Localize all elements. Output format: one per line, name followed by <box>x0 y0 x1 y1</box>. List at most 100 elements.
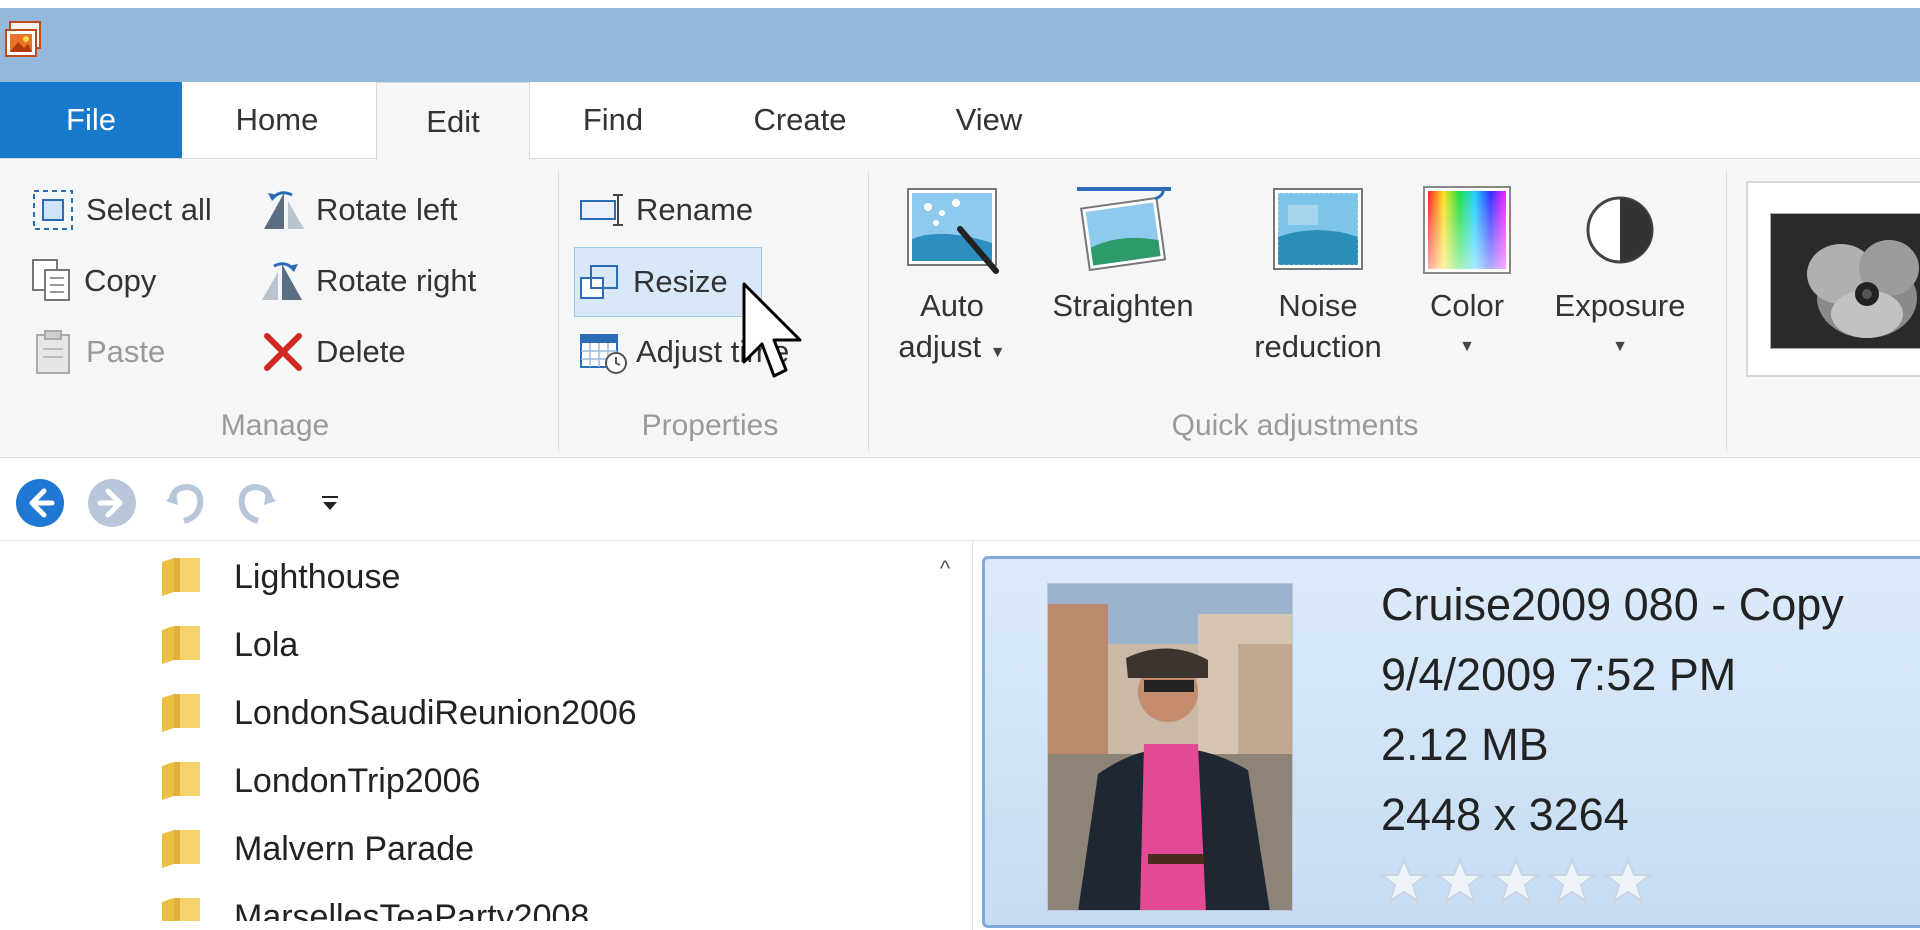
rotate-right-button[interactable]: Rotate right <box>258 252 476 310</box>
forward-arrow-icon <box>88 479 136 527</box>
tab-home[interactable]: Home <box>196 82 358 158</box>
folder-item[interactable]: MarsellesTeaParty2008 <box>160 887 589 921</box>
photo-dimensions: 2448 x 3264 <box>1381 789 1629 840</box>
folder-icon <box>162 762 200 800</box>
color-spectrum-icon <box>1423 186 1511 274</box>
straighten-button[interactable]: Straighten <box>1032 183 1214 326</box>
straighten-icon <box>1077 186 1171 272</box>
rotate-right-label: Rotate right <box>316 263 477 298</box>
photo-file-size: 2.12 MB <box>1381 719 1549 770</box>
noise-reduction-button[interactable]: Noise reduction <box>1246 183 1390 367</box>
folder-name: Malvern Parade <box>234 829 475 868</box>
exposure-button[interactable]: Exposure ▼ <box>1540 183 1700 367</box>
group-label-properties: Properties <box>641 409 779 442</box>
folder-tree: Lighthouse Lola LondonSaudiReunion2006 L… <box>0 541 920 921</box>
delete-label: Delete <box>316 334 406 369</box>
exposure-icon <box>1586 196 1654 264</box>
delete-button[interactable]: Delete <box>258 323 406 381</box>
paste-button[interactable]: Paste <box>28 323 165 381</box>
resize-button[interactable]: Resize <box>574 247 762 317</box>
dropdown-caret-icon: ▼ <box>1612 338 1628 355</box>
black-and-white-effect-thumbnail[interactable] <box>1770 213 1920 349</box>
redo-icon <box>238 483 276 524</box>
select-all-icon <box>28 187 78 233</box>
folder-item[interactable]: Malvern Parade <box>160 819 474 879</box>
rotate-left-icon <box>258 187 308 233</box>
tab-edit[interactable]: Edit <box>376 82 530 160</box>
photo-gallery-app-icon[interactable] <box>4 20 44 64</box>
auto-adjust-label-line1: Auto <box>920 288 984 323</box>
exposure-label: Exposure <box>1554 288 1686 323</box>
select-all-button[interactable]: Select all <box>28 181 212 239</box>
straighten-label: Straighten <box>1052 288 1194 323</box>
folder-item[interactable]: Lighthouse <box>160 547 400 607</box>
rename-button[interactable]: Rename <box>578 181 753 239</box>
undo-button[interactable] <box>160 477 212 529</box>
folder-name: Lighthouse <box>234 557 401 596</box>
auto-adjust-button[interactable]: Auto adjust ▼ <box>884 183 1020 373</box>
ribbon-panel: Select all Copy Paste Rotate left Rotate… <box>0 158 1920 458</box>
folder-item[interactable]: LondonSaudiReunion2006 <box>160 683 637 743</box>
customize-toolbar-button[interactable] <box>304 477 356 529</box>
paste-label: Paste <box>86 334 166 369</box>
tab-find[interactable]: Find <box>548 82 678 158</box>
star-icon[interactable] <box>1491 857 1541 905</box>
color-label: Color <box>1429 288 1505 323</box>
rename-label: Rename <box>636 192 754 227</box>
photo-thumbnail[interactable] <box>1047 583 1293 911</box>
star-icon[interactable] <box>1547 857 1597 905</box>
effects-gallery[interactable] <box>1746 181 1920 377</box>
folder-icon <box>162 830 200 868</box>
tab-create[interactable]: Create <box>726 82 874 158</box>
photo-filename: Cruise2009 080 - Copy <box>1381 579 1844 630</box>
copy-label: Copy <box>84 263 157 298</box>
customize-dropdown-icon <box>322 496 338 510</box>
group-separator <box>868 171 869 451</box>
folder-icon <box>162 558 200 596</box>
forward-button[interactable] <box>86 477 138 529</box>
star-icon[interactable] <box>1435 857 1485 905</box>
group-label-manage: Manage <box>220 409 330 442</box>
scroll-up-arrow-icon[interactable]: ^ <box>930 554 960 584</box>
tab-file[interactable]: File <box>0 82 182 158</box>
folder-icon <box>162 898 200 921</box>
tab-view[interactable]: View <box>924 82 1054 158</box>
rename-icon <box>578 187 628 233</box>
auto-adjust-label-line2: adjust <box>898 329 982 364</box>
rotate-left-button[interactable]: Rotate left <box>258 181 457 239</box>
folder-icon <box>162 694 200 732</box>
resize-icon <box>575 259 625 305</box>
folder-icon <box>162 626 200 664</box>
dropdown-caret-icon: ▼ <box>989 344 1006 361</box>
rotate-right-icon <box>258 258 308 304</box>
color-button[interactable]: Color ▼ <box>1412 183 1522 367</box>
auto-adjust-icon <box>907 188 999 274</box>
photo-tile-selected[interactable]: Cruise2009 080 - Copy 9/4/2009 7:52 PM 2… <box>982 556 1920 928</box>
folder-name: MarsellesTeaParty2008 <box>234 897 590 922</box>
folder-name: LondonSaudiReunion2006 <box>234 693 637 732</box>
select-all-label: Select all <box>86 192 212 227</box>
redo-button[interactable] <box>230 477 282 529</box>
resize-label: Resize <box>633 264 728 299</box>
group-label-quick-adjustments: Quick adjustments <box>1171 409 1419 442</box>
quick-access-toolbar <box>0 459 1920 541</box>
back-button[interactable] <box>14 477 66 529</box>
rotate-left-label: Rotate left <box>316 192 458 227</box>
rating-stars[interactable] <box>1379 857 1653 905</box>
folder-item[interactable]: Lola <box>160 615 298 675</box>
pane-divider <box>972 541 973 930</box>
noise-reduction-label-line1: Noise <box>1278 288 1358 323</box>
folder-name: Lola <box>234 625 299 664</box>
ribbon-tab-bar: File Home Edit Find Create View <box>0 82 1920 160</box>
copy-button[interactable]: Copy <box>26 252 156 310</box>
group-separator <box>558 171 559 451</box>
star-icon[interactable] <box>1379 857 1429 905</box>
star-icon[interactable] <box>1603 857 1653 905</box>
back-arrow-icon <box>16 479 64 527</box>
group-separator <box>1726 171 1727 451</box>
noise-reduction-icon <box>1273 188 1363 270</box>
calendar-clock-icon <box>578 329 628 375</box>
photo-date: 9/4/2009 7:52 PM <box>1381 649 1737 700</box>
paste-icon <box>28 329 78 375</box>
folder-item[interactable]: LondonTrip2006 <box>160 751 480 811</box>
